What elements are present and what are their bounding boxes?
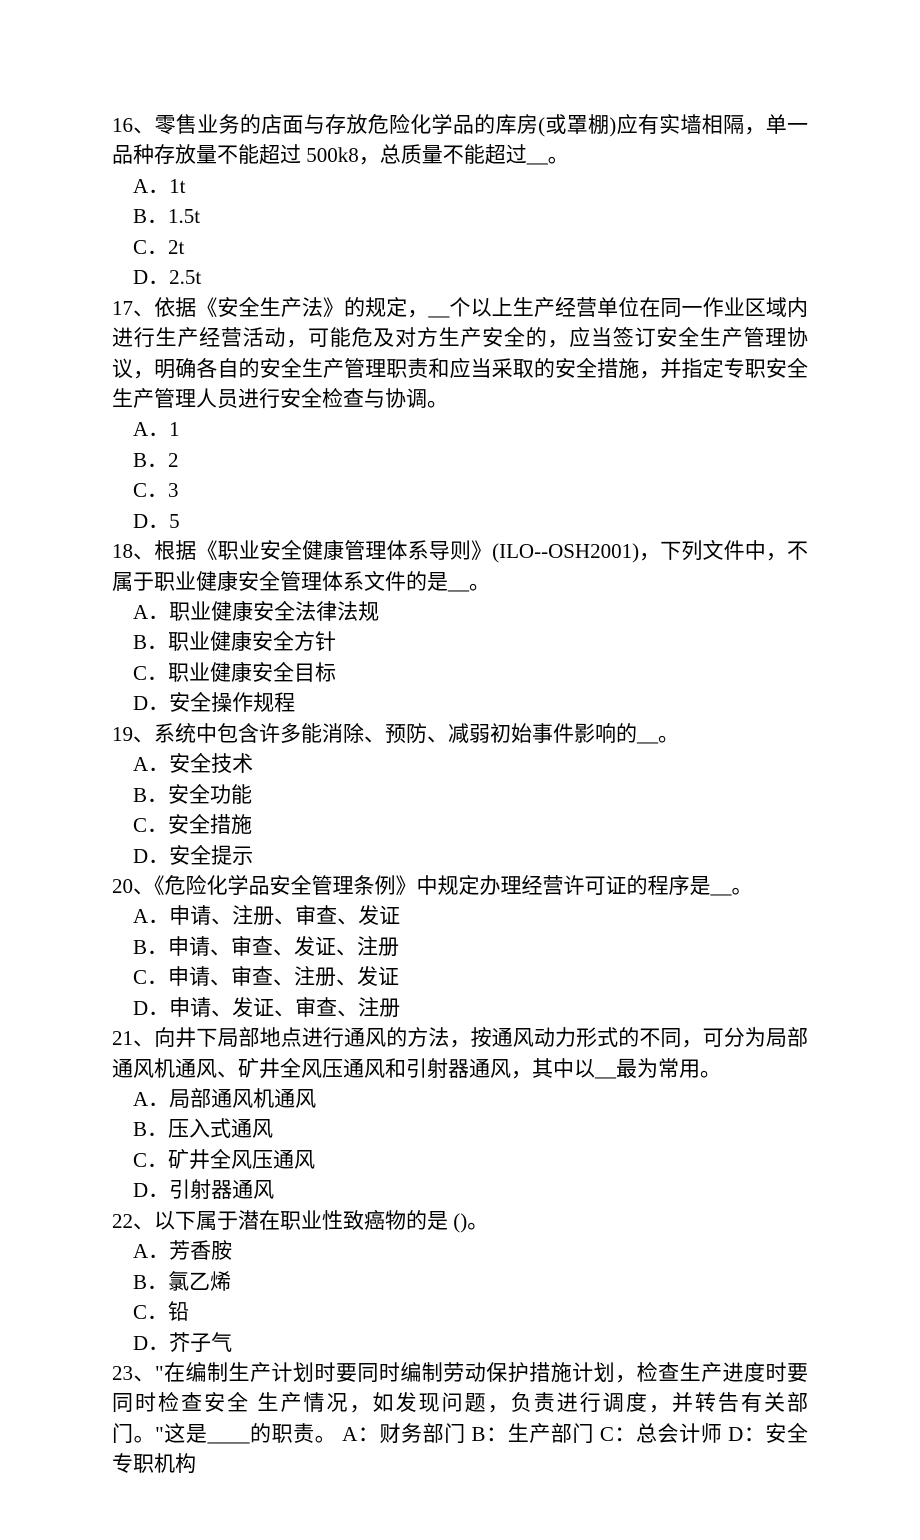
question-22: 22、以下属于潜在职业性致癌物的是 ()。: [112, 1206, 808, 1236]
option-d: D．安全提示: [112, 841, 808, 871]
question-stem: 依据《安全生产法》的规定，__个以上生产经营单位在同一作业区域内进行生产经营活动…: [112, 296, 808, 411]
question-20: 20、《危险化学品安全管理条例》中规定办理经营许可证的程序是__。: [112, 871, 808, 901]
question-21: 21、向井下局部地点进行通风的方法，按通风动力形式的不同，可分为局部通风机通风、…: [112, 1023, 808, 1084]
option-b: B．氯乙烯: [112, 1267, 808, 1297]
option-a: A．1t: [112, 171, 808, 201]
option-a: A．1: [112, 414, 808, 444]
option-b: B．2: [112, 445, 808, 475]
option-c: C．3: [112, 475, 808, 505]
question-number: 19、: [112, 722, 154, 746]
option-a: A．局部通风机通风: [112, 1084, 808, 1114]
question-18: 18、根据《职业安全健康管理体系导则》(ILO--OSH2001)，下列文件中，…: [112, 536, 808, 597]
question-stem: 零售业务的店面与存放危险化学品的库房(或罩棚)应有实墙相隔，单一品种存放量不能超…: [112, 113, 808, 167]
option-b: B．安全功能: [112, 780, 808, 810]
option-a: A．职业健康安全法律法规: [112, 597, 808, 627]
option-d: D．芥子气: [112, 1328, 808, 1358]
option-b: B．申请、审查、发证、注册: [112, 932, 808, 962]
question-23: 23、"在编制生产计划时要同时编制劳动保护措施计划，检查生产进度时要同时检查安全…: [112, 1358, 808, 1480]
option-b: B．职业健康安全方针: [112, 627, 808, 657]
question-stem: 以下属于潜在职业性致癌物的是 ()。: [154, 1209, 488, 1233]
question-stem: 系统中包含许多能消除、预防、减弱初始事件影响的__。: [154, 722, 679, 746]
question-number: 21、: [112, 1026, 154, 1050]
option-d: D．安全操作规程: [112, 688, 808, 718]
option-d: D．2.5t: [112, 262, 808, 292]
question-stem: 《危险化学品安全管理条例》中规定办理经营许可证的程序是__。: [154, 874, 753, 898]
option-d: D．5: [112, 506, 808, 536]
question-stem: 根据《职业安全健康管理体系导则》(ILO--OSH2001)，下列文件中，不属于…: [112, 539, 808, 593]
question-number: 20、: [112, 874, 154, 898]
question-number: 23、: [112, 1361, 155, 1385]
option-a: A．芳香胺: [112, 1236, 808, 1266]
option-c: C．矿井全风压通风: [112, 1145, 808, 1175]
option-b: B．压入式通风: [112, 1114, 808, 1144]
option-b: B．1.5t: [112, 201, 808, 231]
option-d: D．申请、发证、审查、注册: [112, 993, 808, 1023]
question-number: 18、: [112, 539, 154, 563]
question-19: 19、系统中包含许多能消除、预防、减弱初始事件影响的__。: [112, 719, 808, 749]
question-stem: "在编制生产计划时要同时编制劳动保护措施计划，检查生产进度时要同时检查安全 生产…: [112, 1361, 808, 1476]
option-c: C．申请、审查、注册、发证: [112, 962, 808, 992]
option-d: D．引射器通风: [112, 1175, 808, 1205]
question-number: 22、: [112, 1209, 154, 1233]
option-a: A．安全技术: [112, 749, 808, 779]
option-a: A．申请、注册、审查、发证: [112, 901, 808, 931]
question-stem: 向井下局部地点进行通风的方法，按通风动力形式的不同，可分为局部通风机通风、矿井全…: [112, 1026, 808, 1080]
question-16: 16、零售业务的店面与存放危险化学品的库房(或罩棚)应有实墙相隔，单一品种存放量…: [112, 110, 808, 171]
document-page: 16、零售业务的店面与存放危险化学品的库房(或罩棚)应有实墙相隔，单一品种存放量…: [0, 0, 920, 1540]
question-number: 16、: [112, 113, 155, 137]
question-number: 17、: [112, 296, 154, 320]
option-c: C．安全措施: [112, 810, 808, 840]
option-c: C．职业健康安全目标: [112, 658, 808, 688]
question-17: 17、依据《安全生产法》的规定，__个以上生产经营单位在同一作业区域内进行生产经…: [112, 293, 808, 415]
option-c: C．2t: [112, 232, 808, 262]
